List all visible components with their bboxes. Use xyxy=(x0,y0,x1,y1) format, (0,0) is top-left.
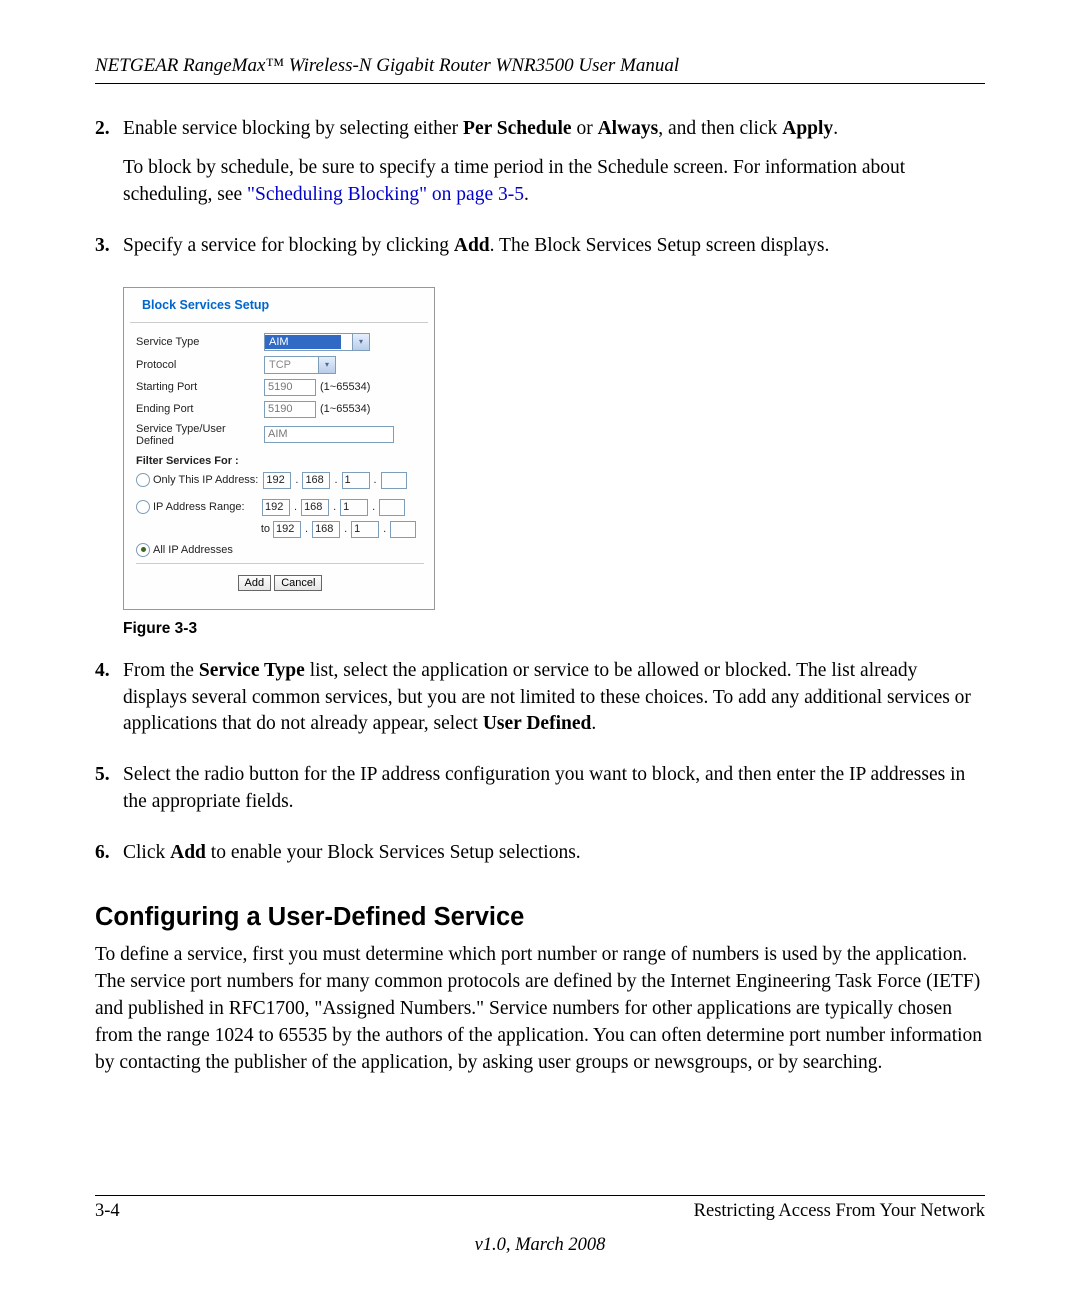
text: to enable your Block Services Setup sele… xyxy=(206,842,581,863)
ending-port-input[interactable]: 5190 xyxy=(264,401,316,418)
text: . xyxy=(524,184,529,205)
port-range-hint: (1~65534) xyxy=(320,403,370,415)
ip-octet-input[interactable] xyxy=(381,472,407,489)
service-type-select[interactable]: AIM ▾ xyxy=(264,333,370,351)
text: or xyxy=(572,118,598,139)
doc-version: v1.0, March 2008 xyxy=(95,1235,985,1256)
step-5: 5. Select the radio button for the IP ad… xyxy=(95,762,985,828)
label-service-type: Service Type xyxy=(136,336,264,348)
label-starting-port: Starting Port xyxy=(136,381,264,393)
label-ending-port: Ending Port xyxy=(136,403,264,415)
ip-octet-input[interactable]: 168 xyxy=(301,499,329,516)
ip-octet-input[interactable]: 192 xyxy=(262,499,290,516)
protocol-select[interactable]: TCP ▾ xyxy=(264,356,336,374)
radio-only-this-ip[interactable] xyxy=(136,473,150,487)
chevron-down-icon: ▾ xyxy=(318,357,335,373)
text-bold: Apply xyxy=(782,118,833,139)
to-label: to xyxy=(150,523,270,535)
ip-octet-input[interactable]: 1 xyxy=(342,472,370,489)
text-bold: Service Type xyxy=(199,660,305,681)
text: . xyxy=(591,713,596,734)
step-number: 3. xyxy=(95,233,123,272)
text: Enable service blocking by selecting eit… xyxy=(123,118,463,139)
add-button[interactable]: Add xyxy=(238,575,272,591)
section-paragraph: To define a service, first you must dete… xyxy=(95,942,985,1077)
step-3: 3. Specify a service for blocking by cli… xyxy=(95,233,985,272)
step-6: 6. Click Add to enable your Block Servic… xyxy=(95,840,985,879)
select-value: TCP xyxy=(265,358,311,372)
figure-caption: Figure 3-3 xyxy=(123,620,985,638)
ip-octet-input[interactable]: 192 xyxy=(273,521,301,538)
user-defined-input[interactable]: AIM xyxy=(264,426,394,443)
port-range-hint: (1~65534) xyxy=(320,381,370,393)
text: Select the radio button for the IP addre… xyxy=(123,762,985,816)
page-number: 3-4 xyxy=(95,1201,120,1222)
page-header: NETGEAR RangeMax™ Wireless-N Gigabit Rou… xyxy=(95,55,985,84)
text: Specify a service for blocking by clicki… xyxy=(123,235,454,256)
ip-octet-input[interactable] xyxy=(379,499,405,516)
label-protocol: Protocol xyxy=(136,359,264,371)
text: , and then click xyxy=(658,118,782,139)
step-number: 6. xyxy=(95,840,123,879)
ip-octet-input[interactable]: 168 xyxy=(302,472,330,489)
text: Click xyxy=(123,842,170,863)
cancel-button[interactable]: Cancel xyxy=(274,575,322,591)
ip-octet-input[interactable]: 1 xyxy=(340,499,368,516)
radio-label: Only This IP Address: xyxy=(153,474,258,486)
step-2: 2. Enable service blocking by selecting … xyxy=(95,116,985,221)
panel-title: Block Services Setup xyxy=(130,288,428,323)
select-value: AIM xyxy=(265,335,341,349)
label-user-defined: Service Type/User Defined xyxy=(136,423,264,447)
radio-all-ip[interactable] xyxy=(136,543,150,557)
step-number: 2. xyxy=(95,116,123,221)
ip-octet-input[interactable]: 1 xyxy=(351,521,379,538)
filter-services-label: Filter Services For : xyxy=(136,455,424,467)
section-heading: Configuring a User-Defined Service xyxy=(95,903,985,932)
text-bold: Add xyxy=(170,842,206,863)
radio-label: All IP Addresses xyxy=(153,544,233,556)
text-bold: Per Schedule xyxy=(463,118,572,139)
text-bold: Always xyxy=(598,118,659,139)
ip-octet-input[interactable] xyxy=(390,521,416,538)
step-number: 4. xyxy=(95,658,123,751)
text: . xyxy=(833,118,838,139)
radio-label: IP Address Range: xyxy=(153,501,257,513)
step-number: 5. xyxy=(95,762,123,828)
page-footer: 3-4 Restricting Access From Your Network… xyxy=(95,1195,985,1256)
ip-octet-input[interactable]: 192 xyxy=(263,472,291,489)
text: From the xyxy=(123,660,199,681)
starting-port-input[interactable]: 5190 xyxy=(264,379,316,396)
xref-link[interactable]: "Scheduling Blocking" on page 3-5 xyxy=(247,184,524,205)
ip-octet-input[interactable]: 168 xyxy=(312,521,340,538)
chevron-down-icon: ▾ xyxy=(352,334,369,350)
text-bold: Add xyxy=(454,235,490,256)
step-4: 4. From the Service Type list, select th… xyxy=(95,658,985,751)
text: . The Block Services Setup screen displa… xyxy=(490,235,830,256)
block-services-setup-panel: Block Services Setup Service Type AIM ▾ … xyxy=(123,287,435,610)
chapter-title: Restricting Access From Your Network xyxy=(694,1201,985,1222)
text-bold: User Defined xyxy=(483,713,592,734)
radio-ip-range[interactable] xyxy=(136,500,150,514)
